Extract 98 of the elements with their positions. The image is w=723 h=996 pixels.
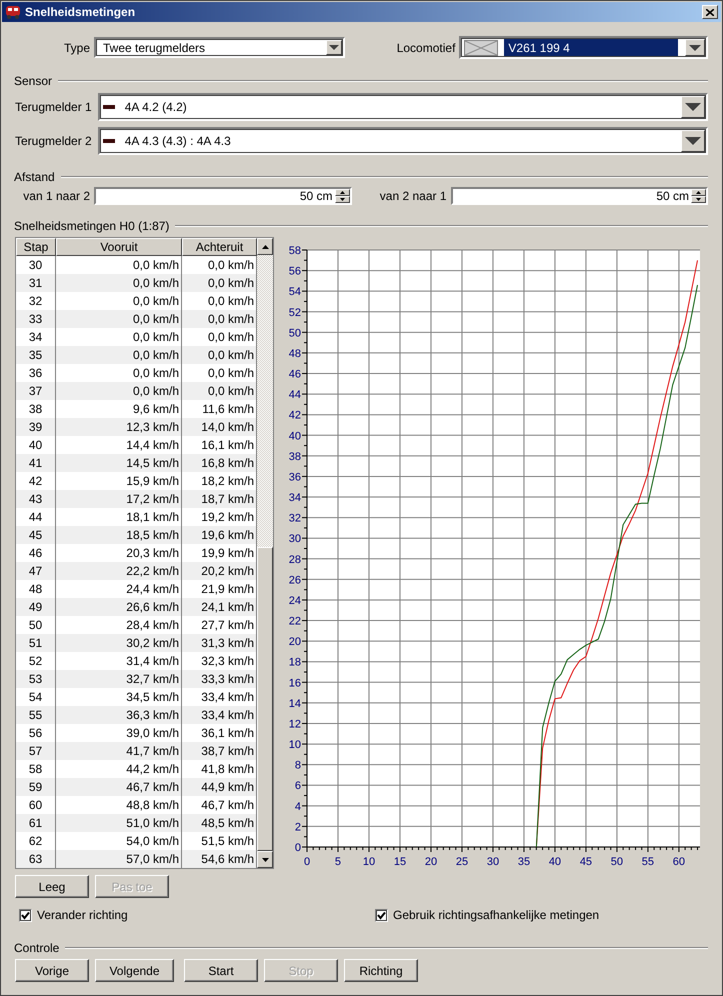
y-tick-label: 32 [288,512,301,525]
x-tick-label: 5 [334,856,342,868]
field-label: van 2 naar 1 [378,189,448,203]
down-arrow-icon [340,198,344,201]
x-tick-label: 20 [424,856,438,868]
y-tick-label: 28 [288,554,301,566]
train-icon [5,5,21,19]
caret-icon [329,45,340,50]
x-tick-label: 35 [518,856,530,868]
y-tick-label: 40 [288,430,301,442]
table-cell: 63 [16,850,56,868]
y-tick-label: 18 [288,656,301,669]
column-header[interactable]: Stap [16,238,56,256]
x-tick-label: 30 [486,856,500,868]
locomotive-dropdown[interactable]: V261 199 4 [459,36,708,59]
checkbox-label: Gebruik richtingsafhankelijke metingen [393,908,600,922]
group-title: Afstand [14,170,55,184]
y-tick-label: 52 [288,306,301,319]
x-tick-label: 10 [362,856,376,868]
scrollbar[interactable] [257,238,273,868]
sensor-dropdown[interactable]: 4A 4.2 (4.2) [98,93,708,121]
y-tick-label: 56 [288,266,301,278]
control-button[interactable]: Vorige [15,959,89,982]
y-tick-label: 30 [288,533,301,546]
scroll-thumb[interactable] [257,546,273,851]
y-tick-label: 8 [294,760,301,772]
x-tick-label: 60 [672,856,686,868]
column-header[interactable]: Achteruit [182,238,257,256]
control-button[interactable]: Start [184,959,258,982]
y-tick-label: 34 [288,492,301,504]
checkbox[interactable] [375,908,388,922]
x-tick-label: 45 [580,856,592,868]
y-tick-label: 24 [288,594,301,607]
x-tick-label: 15 [394,856,406,868]
column-header[interactable]: Vooruit [56,238,182,256]
caret-icon [685,137,701,145]
control-button[interactable]: Volgende [95,959,174,982]
y-tick-label: 58 [288,245,301,257]
y-tick-label: 12 [288,718,301,730]
close-icon [706,8,714,16]
control-button[interactable]: Richting [344,959,418,982]
x-tick-label: 40 [548,856,562,868]
caret-icon [685,103,701,111]
y-tick-label: 38 [288,450,301,463]
field-label: Terugmelder 1 [15,100,93,114]
decrement-button[interactable] [691,196,706,203]
x-tick-label: 55 [642,856,654,868]
field-label: van 1 naar 2 [22,189,91,203]
down-arrow-icon [696,198,701,201]
distance-spinbox[interactable]: 50 cm [94,187,352,205]
y-tick-label: 14 [288,698,301,710]
y-tick-label: 44 [288,389,301,402]
field-label: Terugmelder 2 [15,134,93,148]
y-tick-label: 0 [294,842,301,854]
y-tick-label: 36 [288,471,301,484]
type-dropdown[interactable]: Twee terugmelders [94,37,346,58]
group-title: Sensor [14,74,52,88]
distance-spinbox[interactable]: 50 cm [450,187,708,205]
scroll-down-button[interactable] [257,851,273,868]
x-tick-label: 50 [610,856,624,868]
y-tick-label: 10 [288,739,301,752]
group-title: Snelheidsmetingen H0 (1:87) [14,219,170,233]
down-arrow-icon [262,858,268,862]
sensor-icon [102,139,115,143]
sensor-icon [102,105,115,109]
y-tick-label: 4 [294,800,301,813]
field-label: Type [62,40,91,54]
y-tick-label: 42 [288,410,301,422]
x-tick-label: 0 [304,856,310,868]
up-arrow-icon [262,244,268,248]
y-tick-label: 54 [288,286,301,298]
image-placeholder-icon [464,40,498,56]
table-cell: 57,0 km/h [56,850,182,868]
y-tick-label: 2 [294,821,301,834]
window-title: Snelheidsmetingen [25,5,136,19]
group-title: Controle [14,941,60,955]
caret-icon [689,44,701,50]
increment-button[interactable] [691,189,706,196]
y-tick-label: 20 [288,636,301,648]
sensor-dropdown[interactable]: 4A 4.3 (4.3) : 4A 4.3 [98,127,708,155]
close-button[interactable] [702,5,718,19]
action-button[interactable]: Leeg [15,875,89,898]
up-arrow-icon [340,191,344,194]
y-tick-label: 6 [294,780,301,792]
checkbox[interactable] [19,908,32,922]
increment-button[interactable] [334,189,350,196]
y-tick-label: 26 [288,574,301,586]
scroll-up-button[interactable] [257,238,273,255]
up-arrow-icon [696,191,701,194]
checkbox-label: Verander richting [37,908,128,922]
y-tick-label: 22 [288,616,301,628]
y-tick-label: 48 [288,348,301,360]
y-tick-label: 50 [288,327,301,340]
x-tick-label: 25 [456,856,468,868]
decrement-button[interactable] [334,196,350,203]
y-tick-label: 16 [288,677,301,690]
field-label: Locomotief [396,40,456,54]
y-tick-label: 46 [288,368,301,381]
